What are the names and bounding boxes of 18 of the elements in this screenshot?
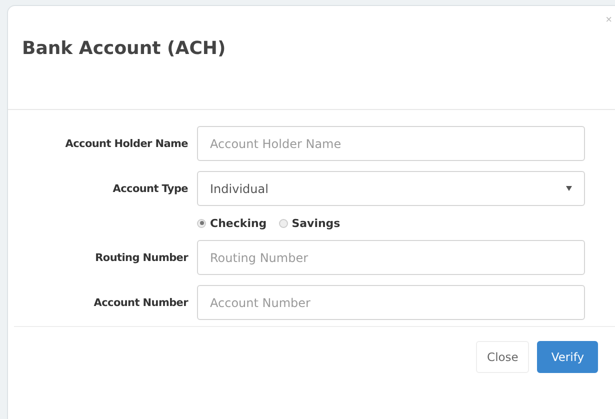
radio-icon[interactable]	[197, 218, 206, 228]
radio-label: Checking	[210, 216, 267, 230]
field-label: Routing Number	[94, 252, 190, 264]
field-label: Account Holder Name	[64, 138, 189, 150]
dialog-title: Bank Account (ACH)	[22, 38, 226, 59]
text-field[interactable]: Account Holder Name	[197, 126, 585, 161]
text-field[interactable]: Account Number	[197, 285, 585, 320]
verify-button[interactable]: Verify	[537, 341, 598, 373]
radio-option[interactable]: Savings	[278, 216, 340, 230]
radio-label: Savings	[292, 216, 340, 230]
radio-option[interactable]: Checking	[197, 216, 267, 230]
field-label: Account Type	[112, 182, 189, 194]
field-label: Account Number	[92, 296, 190, 308]
radio-icon[interactable]	[278, 218, 288, 228]
account-type-dropdown[interactable]: Individual	[197, 171, 585, 206]
caret-icon	[566, 186, 572, 191]
text-field[interactable]: Routing Number	[197, 240, 585, 275]
close-button[interactable]: Close	[476, 341, 530, 373]
